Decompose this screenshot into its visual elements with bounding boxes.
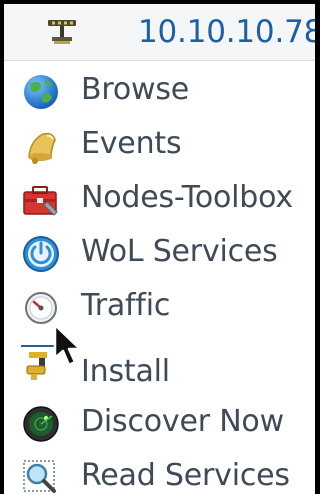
menu-item-install[interactable]: Install (4, 334, 315, 389)
menu-item-traffic[interactable]: Traffic (4, 280, 315, 334)
menu-header: 10.10.10.78 (4, 4, 315, 61)
menu-item-label: Browse (81, 72, 190, 107)
magnifier-icon (23, 460, 56, 493)
menu-item-label: Nodes-Toolbox (81, 180, 293, 215)
toolbox-icon (23, 186, 58, 216)
menu-item-label: Install (81, 354, 170, 389)
menu-item-nodes-toolbox[interactable]: Nodes-Toolbox (4, 172, 315, 226)
radar-icon (23, 406, 59, 442)
menu-item-events[interactable]: Events (4, 118, 315, 172)
menu-item-browse[interactable]: Browse (4, 64, 315, 118)
menu-item-label: WoL Services (81, 234, 278, 269)
context-menu-panel: 10.10.10.78 Browse Events Nodes-Toolbox … (4, 4, 315, 494)
menu-item-label: Events (81, 126, 182, 161)
mouse-pointer-icon (53, 323, 82, 367)
globe-icon (24, 75, 58, 109)
bell-icon (28, 132, 56, 164)
device-address: 10.10.10.78 (138, 14, 315, 50)
network-switch-icon (48, 20, 76, 44)
menu-item-discover-now[interactable]: Discover Now (4, 396, 315, 450)
menu-item-read-services[interactable]: Read Services (4, 450, 315, 494)
menu-item-label: Traffic (81, 288, 171, 323)
menu-item-label: Read Services (81, 458, 290, 493)
power-icon (23, 236, 59, 272)
menu-item-wol-services[interactable]: WoL Services (4, 226, 315, 280)
menu-item-label: Discover Now (81, 404, 284, 439)
